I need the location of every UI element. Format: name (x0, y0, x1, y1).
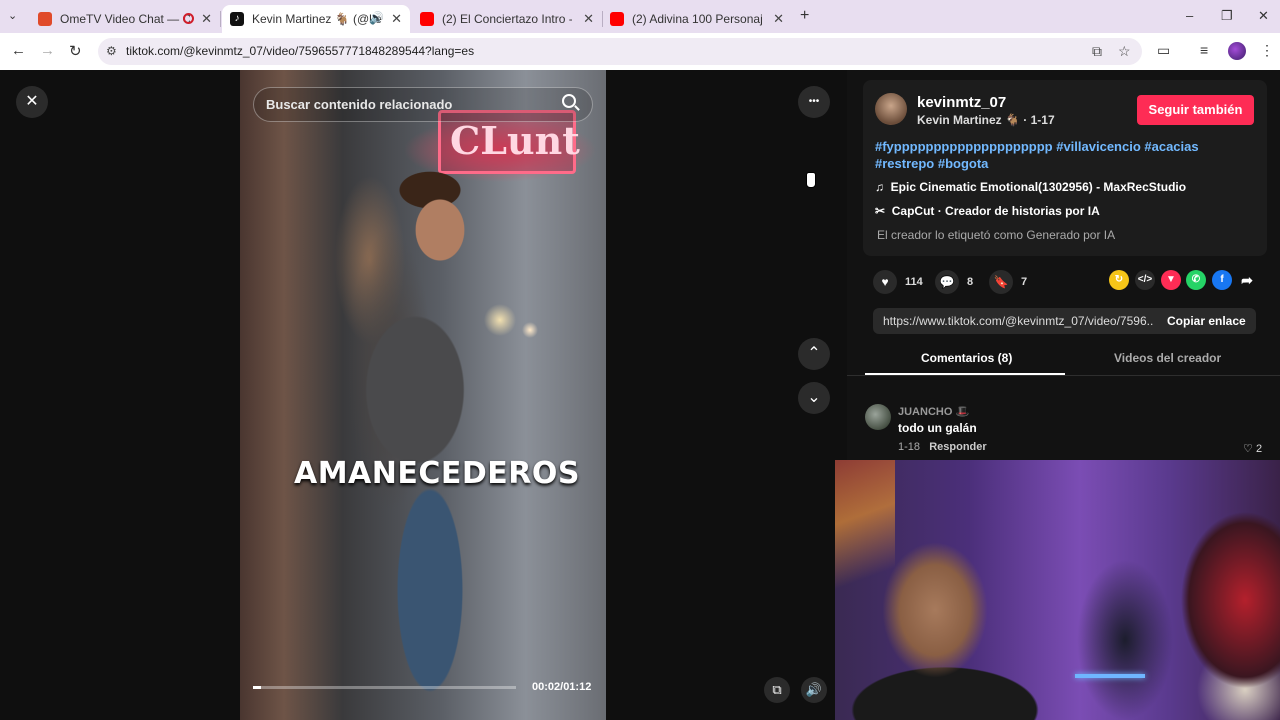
previous-video-button[interactable]: ⌃ (798, 338, 830, 370)
commenter-name[interactable]: JUANCHO 🎩 (898, 405, 969, 418)
video-stage: CLunt Buscar contenido relacionado AMANE… (0, 70, 847, 720)
comment-like[interactable]: ♡ 2 (1243, 442, 1262, 455)
capcut-link[interactable]: ✂ CapCut · Creador de historias por IA (875, 204, 1100, 218)
heart-outline-icon: ♡ (1243, 443, 1253, 455)
address-toolbar: ← → ↻ ⚙ tiktok.com/@kevinmtz_07/video/75… (0, 33, 1280, 70)
facebook-icon[interactable]: f (1212, 270, 1232, 290)
media-control-icon[interactable]: ≡ (1200, 42, 1208, 58)
site-info-icon[interactable]: ⚙ (106, 44, 117, 58)
copy-link-row: https://www.tiktok.com/@kevinmtz_07/vide… (873, 308, 1256, 334)
active-tab-indicator (865, 373, 1065, 375)
mouse-cursor (806, 172, 816, 188)
led-light (1075, 674, 1145, 678)
close-tab-icon[interactable]: ✕ (583, 11, 594, 27)
youtube-favicon-icon (420, 12, 434, 26)
omnibox[interactable]: ⚙ tiktok.com/@kevinmtz_07/video/75965577… (98, 38, 1142, 65)
music-note-icon: ♫ (875, 180, 891, 194)
tab-youtube-conciertazo[interactable]: (2) El Conciertazo Intro - YouTu ✕ (412, 5, 603, 33)
author-nickname: Kevin Martinez 🐐 · 1-17 (917, 113, 1055, 127)
bookmark-icon: 🔖 (989, 270, 1013, 294)
heart-icon: ♥ (873, 270, 897, 294)
whatsapp-icon[interactable]: ✆ (1186, 270, 1206, 290)
wall-art (835, 460, 895, 600)
video-caption: AMANECEDEROS (293, 456, 580, 491)
music-link[interactable]: ♫ Epic Cinematic Emotional(1302956) - Ma… (875, 180, 1186, 194)
bookmark-star-icon[interactable]: ☆ (1118, 43, 1131, 60)
ai-generated-note: El creador lo etiquetó como Generado por… (877, 228, 1116, 242)
author-username[interactable]: kevinmtz_07 (917, 94, 1006, 111)
close-tab-icon[interactable]: ✕ (201, 11, 212, 27)
minimize-button[interactable]: – (1186, 8, 1193, 23)
close-tab-icon[interactable]: ✕ (773, 11, 784, 27)
comment-button[interactable]: 💬 8 (935, 270, 973, 294)
reload-icon[interactable]: ↻ (69, 42, 82, 60)
back-icon[interactable]: ← (11, 42, 26, 59)
follow-button[interactable]: Seguir también (1137, 95, 1254, 125)
share-arrow-icon[interactable]: ➦ (1237, 270, 1257, 290)
video-progress-bar[interactable] (253, 686, 516, 689)
url-text[interactable]: tiktok.com/@kevinmtz_07/video/7596557771… (126, 44, 474, 58)
next-video-button[interactable]: ⌄ (798, 382, 830, 414)
comment-text: todo un galán (898, 421, 977, 435)
author-avatar[interactable] (875, 93, 907, 125)
video-info-card: kevinmtz_07 Kevin Martinez 🐐 · 1-17 Segu… (863, 80, 1267, 256)
recording-icon (183, 13, 194, 24)
ometv-favicon-icon (38, 12, 52, 26)
maximize-button[interactable]: ❐ (1221, 8, 1233, 24)
floating-player-icon[interactable]: ⧉ (764, 677, 790, 703)
comments-tabs: Comentarios (8) Videos del creador (847, 342, 1280, 376)
send-icon[interactable]: ▼ (1161, 270, 1181, 290)
reading-mode-icon[interactable]: ▭ (1157, 42, 1170, 59)
browser-tab-strip: OmeTV Video Chat — Ome ✕ ♪ Kevin Martine… (0, 0, 1280, 33)
capcut-icon: ✂ (875, 204, 892, 218)
reply-button[interactable]: Responder (929, 441, 986, 453)
comment-meta: 1-18 Responder (898, 441, 987, 453)
repost-icon[interactable]: ↻ (1109, 270, 1129, 290)
neon-sign-text: CLunt (450, 118, 580, 163)
video-progress-fill (253, 686, 261, 689)
tab-search-chevron-icon[interactable]: ⌄ (8, 9, 17, 22)
comment-item: JUANCHO 🎩 todo un galán 1-18 Responder ♡… (865, 400, 1265, 460)
webcam-overlay (835, 460, 1280, 720)
close-tab-icon[interactable]: ✕ (391, 11, 402, 27)
install-app-icon[interactable]: ⧉ (1092, 43, 1102, 60)
video-time: 00:02/01:12 (532, 681, 592, 693)
youtube-favicon-icon (610, 12, 624, 26)
close-window-button[interactable]: ✕ (1258, 8, 1269, 24)
related-search-input[interactable]: Buscar contenido relacionado (253, 87, 593, 122)
tab-comments[interactable]: Comentarios (8) (921, 351, 1012, 365)
new-tab-button[interactable]: + (800, 7, 809, 25)
save-button[interactable]: 🔖 7 (989, 270, 1027, 294)
search-icon[interactable] (562, 94, 576, 108)
commenter-avatar[interactable] (865, 404, 891, 430)
browser-menu-icon[interactable]: ⋮ (1260, 42, 1274, 59)
video-subject (320, 160, 520, 720)
forward-icon[interactable]: → (40, 42, 55, 59)
more-options-button[interactable]: ••• (798, 86, 830, 118)
audio-playing-icon[interactable]: 🔊 (369, 11, 384, 25)
profile-avatar[interactable] (1228, 42, 1246, 60)
tab-tiktok[interactable]: ♪ Kevin Martinez 🐐 (@kevin 🔊 ✕ (222, 5, 410, 33)
embed-icon[interactable]: </> (1135, 270, 1155, 290)
hashtags[interactable]: #fypppppppppppppppppppp #villavicencio #… (875, 138, 1225, 172)
video-player[interactable]: CLunt (240, 70, 606, 720)
engagement-stats: ♥ 114 💬 8 🔖 7 ↻ </> ▼ ✆ f ➦ (871, 270, 1271, 294)
tiktok-favicon-icon: ♪ (230, 12, 244, 26)
close-video-button[interactable]: ✕ (16, 86, 48, 118)
tab-creator-videos[interactable]: Videos del creador (1114, 351, 1221, 365)
video-link[interactable]: https://www.tiktok.com/@kevinmtz_07/vide… (883, 314, 1153, 328)
volume-icon[interactable]: 🔊 (801, 677, 827, 703)
comment-icon: 💬 (935, 270, 959, 294)
tab-youtube-adivina[interactable]: (2) Adivina 100 Personajes de C ✕ (602, 5, 792, 33)
tab-ometv[interactable]: OmeTV Video Chat — Ome ✕ (30, 5, 221, 33)
copy-link-button[interactable]: Copiar enlace (1167, 314, 1246, 328)
like-button[interactable]: ♥ 114 (873, 270, 923, 294)
